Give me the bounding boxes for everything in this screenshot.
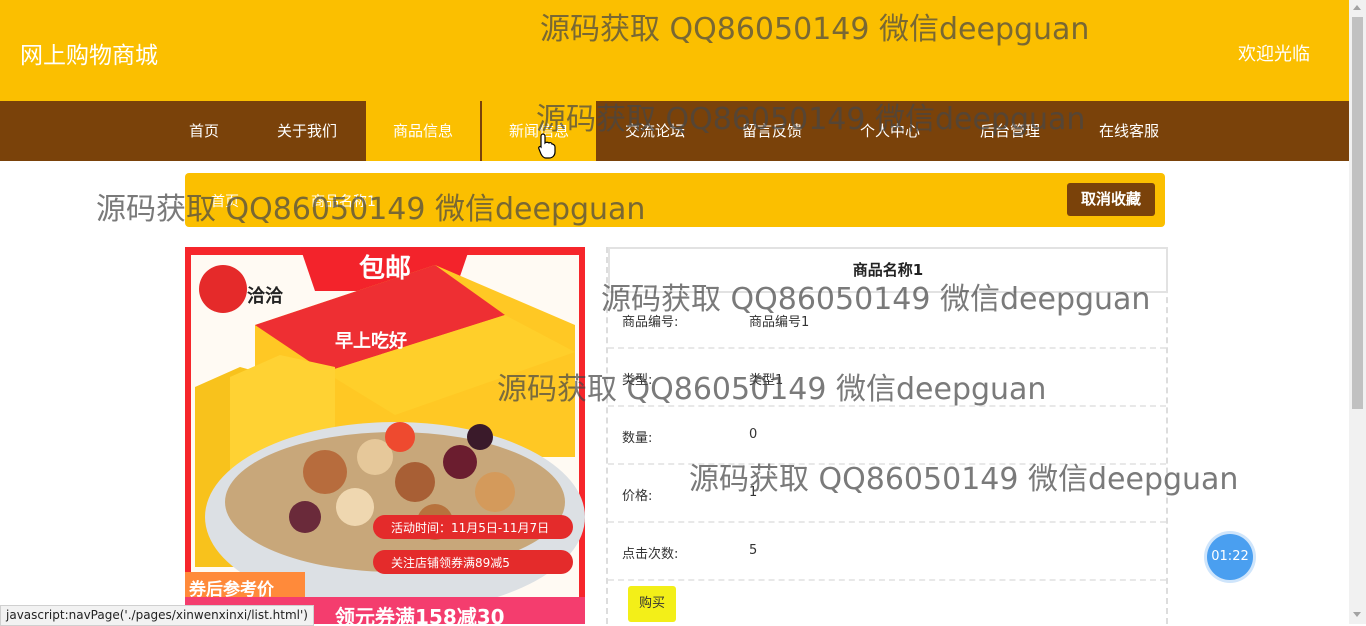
site-title[interactable]: 网上购物商城 bbox=[20, 36, 158, 70]
nav-item-admin[interactable]: 后台管理 bbox=[969, 101, 1051, 161]
nav-item-products[interactable]: 商品信息 bbox=[366, 101, 480, 161]
field-row: 商品编号: 商品编号1 bbox=[608, 289, 1166, 349]
welcome-text: 欢迎光临 bbox=[1238, 44, 1310, 65]
breadcrumb-home[interactable]: 首页 bbox=[211, 191, 239, 211]
box-title-text: 早上吃好 bbox=[335, 330, 407, 352]
unfavorite-button[interactable]: 取消收藏 bbox=[1067, 183, 1155, 216]
nav-item-profile[interactable]: 个人中心 bbox=[849, 101, 931, 161]
main-nav: 首页 关于我们 商品信息 新闻信息 交流论坛 留言反馈 个人中心 后台管理 在线… bbox=[0, 101, 1349, 161]
field-row: 数量: 0 bbox=[608, 405, 1166, 465]
field-value: 商品编号1 bbox=[749, 315, 810, 330]
product-image: 包邮 洽洽 早上吃好 活动时间：11月5日-11月7日 关注店铺领券满89减5 … bbox=[185, 247, 585, 624]
field-row: 点击次数: 5 bbox=[608, 521, 1166, 581]
header: 网上购物商城 欢迎光临 bbox=[0, 0, 1349, 101]
scroll-down-icon[interactable] bbox=[1353, 612, 1361, 617]
product-detail-panel: 商品名称1 商品编号: 商品编号1 类型: 类型1 数量: 0 价格: 1 点击… bbox=[606, 247, 1168, 624]
scroll-up-icon[interactable] bbox=[1353, 5, 1361, 10]
vertical-scrollbar[interactable] bbox=[1349, 0, 1366, 624]
brand-logo-text: 洽洽 bbox=[247, 285, 284, 307]
scroll-thumb[interactable] bbox=[1352, 17, 1363, 409]
field-value: 类型1 bbox=[749, 373, 784, 388]
field-label: 商品编号: bbox=[622, 315, 679, 330]
promo-bottom-text: 领元券满158减30 bbox=[335, 605, 505, 624]
nav-item-service[interactable]: 在线客服 bbox=[1088, 101, 1170, 161]
breadcrumb: 首页 商品名称1 取消收藏 bbox=[185, 173, 1165, 227]
nav-item-home[interactable]: 首页 bbox=[172, 101, 236, 161]
promo-time-text: 活动时间：11月5日-11月7日 bbox=[391, 521, 549, 535]
promo-price-text: 券后参考价 bbox=[188, 579, 275, 600]
field-value: 5 bbox=[749, 543, 758, 558]
status-bar-url: javascript:navPage('./pages/xinwenxinxi/… bbox=[0, 605, 314, 626]
hand-cursor-icon bbox=[538, 133, 556, 159]
field-label: 数量: bbox=[622, 431, 653, 446]
field-value: 1 bbox=[749, 485, 758, 500]
field-row: 价格: 1 bbox=[608, 463, 1166, 523]
product-name: 商品名称1 bbox=[608, 247, 1168, 293]
breadcrumb-current: 商品名称1 bbox=[311, 194, 376, 210]
buy-button[interactable]: 购买 bbox=[628, 586, 676, 622]
field-label: 点击次数: bbox=[622, 547, 679, 562]
field-row: 类型: 类型1 bbox=[608, 347, 1166, 407]
nav-item-about[interactable]: 关于我们 bbox=[266, 101, 348, 161]
field-label: 价格: bbox=[622, 489, 653, 504]
field-value: 0 bbox=[749, 427, 758, 442]
field-label: 类型: bbox=[622, 373, 653, 388]
nav-item-feedback[interactable]: 留言反馈 bbox=[731, 101, 813, 161]
promo-coupon-text: 关注店铺领券满89减5 bbox=[391, 555, 510, 570]
nav-item-forum[interactable]: 交流论坛 bbox=[614, 101, 696, 161]
badge-free-shipping: 包邮 bbox=[359, 253, 411, 284]
timer-badge[interactable]: 01:22 bbox=[1207, 534, 1253, 580]
